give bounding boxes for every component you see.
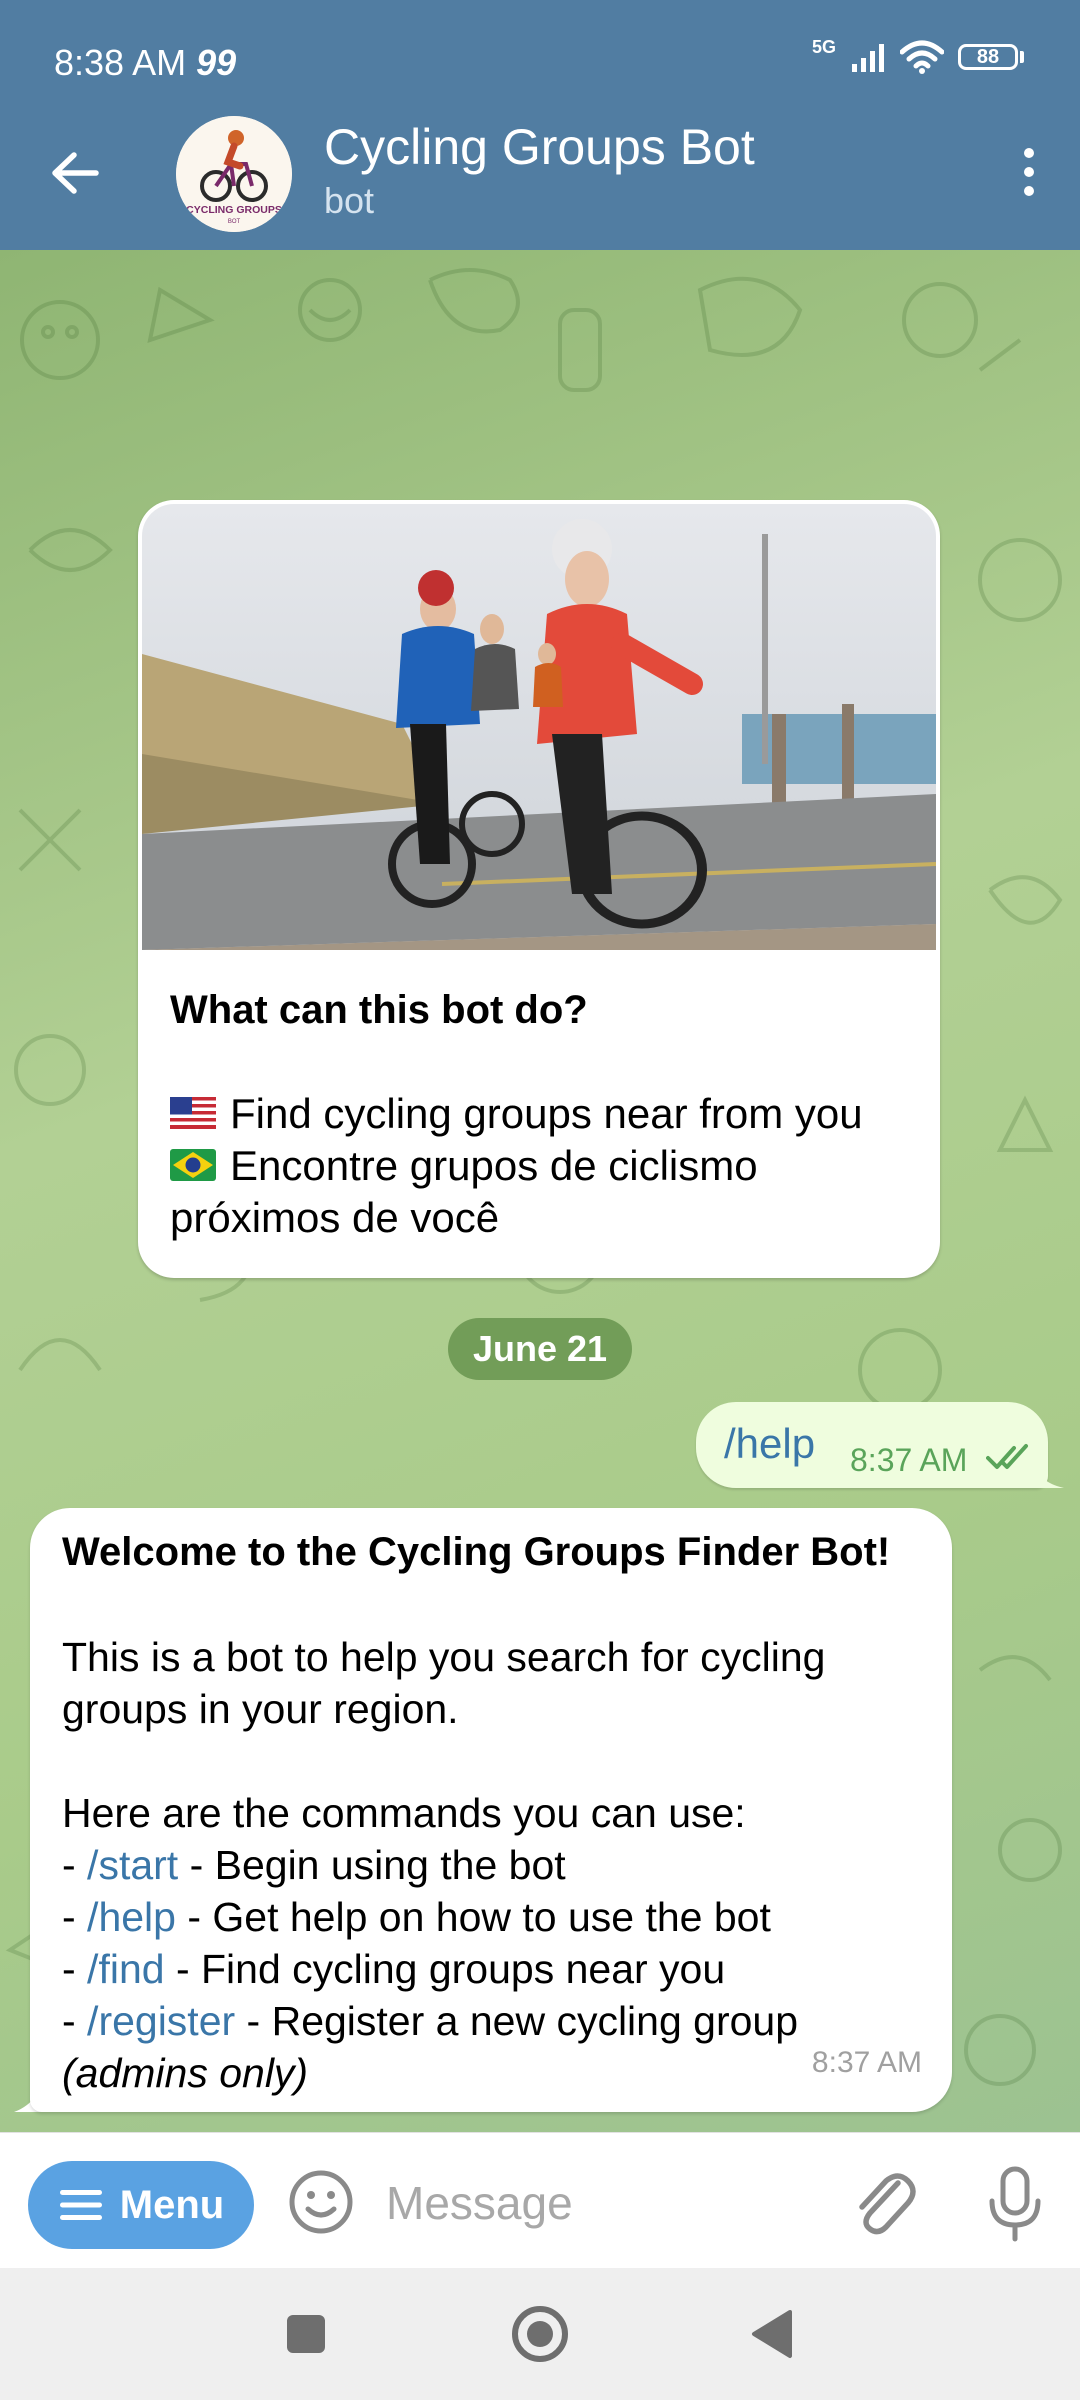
hamburger-icon [59,2190,102,2220]
signal-icon [852,44,884,72]
menu-label: Menu [119,2182,225,2227]
back-arrow-icon [52,152,99,194]
intro-text-pt: Encontre grupos de ciclismo [230,1142,758,1189]
notification-indicator: 99 [196,42,237,83]
commands-heading: Here are the commands you can use: [62,1790,746,1836]
bot-intro-card: What can this bot do? Find cycling group… [138,500,940,1278]
mic-icon[interactable] [980,2163,1050,2243]
intro-heading: What can this bot do? [170,988,588,1032]
system-navigation-bar [0,2268,1080,2400]
paperclip-icon[interactable] [848,2165,918,2239]
cyclist-logo-icon: CYCLING GROUPS BOT [176,116,292,232]
command-description: - Register a new cycling group [235,1998,799,2044]
intro-line-pt: Encontre grupos de ciclismo [170,1142,758,1190]
clock: 8:38 AM [54,42,187,83]
nav-home-icon[interactable] [498,2292,582,2376]
command-row: - /help - Get help on how to use the bot [62,1894,771,1940]
us-flag-icon [170,1096,216,1129]
intro-text: groups in your region. [62,1686,459,1732]
find-command-link[interactable]: /find [87,1946,165,1992]
incoming-message: Welcome to the Cycling Groups Finder Bot… [30,1508,952,2112]
message-composer: Menu [0,2132,1080,2269]
outgoing-message-text[interactable]: /help [724,1420,815,1468]
brazil-flag-icon [170,1148,216,1181]
intro-line-en: Find cycling groups near from you [170,1090,863,1138]
date-separator: June 21 [448,1318,632,1380]
message-input[interactable] [384,2157,828,2249]
chat-header: 8:38 AM 99 5G 88 CYCLING GROUPS BOT Cycl… [0,0,1080,250]
message-time: 8:37 AM [811,2046,922,2079]
bot-avatar[interactable]: CYCLING GROUPS BOT [176,116,292,232]
admins-only-note: (admins only) [62,2050,309,2096]
nav-recents-icon[interactable] [264,2292,348,2376]
svg-text:BOT: BOT [228,219,241,225]
bubble-tail [1030,1456,1064,1488]
intro-text-en: Find cycling groups near from you [230,1090,863,1137]
outgoing-message[interactable]: /help 8:37 AM [696,1402,1048,1488]
welcome-title: Welcome to the Cycling Groups Finder Bot… [62,1530,891,1574]
wifi-icon [900,40,944,74]
intro-line-pt-2: próximos de você [170,1194,500,1241]
network-label: 5G [811,36,836,57]
register-command-link[interactable]: /register [87,1998,235,2044]
back-button[interactable] [40,138,110,208]
cyclists-photo[interactable] [142,504,936,950]
command-row: - /register - Register a new cycling gro… [62,1998,799,2044]
message-time: 8:37 AM [850,1442,968,1478]
status-icons: 5G 88 [811,36,1024,74]
chat-title[interactable]: Cycling Groups Bot [324,118,755,176]
more-vert-icon[interactable] [1004,142,1054,202]
battery-icon: 88 [958,44,1024,70]
status-time: 8:38 AM 99 [54,42,236,84]
intro-text: This is a bot to help you search for cyc… [62,1634,826,1680]
command-row: - /start - Begin using the bot [62,1842,566,1888]
start-command-link[interactable]: /start [87,1842,178,1888]
chat-subtitle: bot [324,180,375,221]
help-command-link[interactable]: /help [87,1894,176,1940]
command-description: - Find cycling groups near you [164,1946,726,1992]
telegram-chat-screen: 8:38 AM 99 5G 88 CYCLING GROUPS BOT Cycl… [0,0,1080,2400]
emoji-icon[interactable] [286,2167,356,2237]
command-description: - Begin using the bot [178,1842,566,1888]
svg-text:CYCLING GROUPS: CYCLING GROUPS [186,204,282,216]
command-description: - Get help on how to use the bot [175,1894,771,1940]
battery-level: 88 [958,44,1018,70]
double-check-icon [986,1444,1028,1469]
nav-back-icon[interactable] [730,2292,814,2376]
menu-button[interactable]: Menu [28,2161,254,2249]
chat-area[interactable]: What can this bot do? Find cycling group… [0,250,1080,2132]
command-row: - /find - Find cycling groups near you [62,1946,726,1992]
